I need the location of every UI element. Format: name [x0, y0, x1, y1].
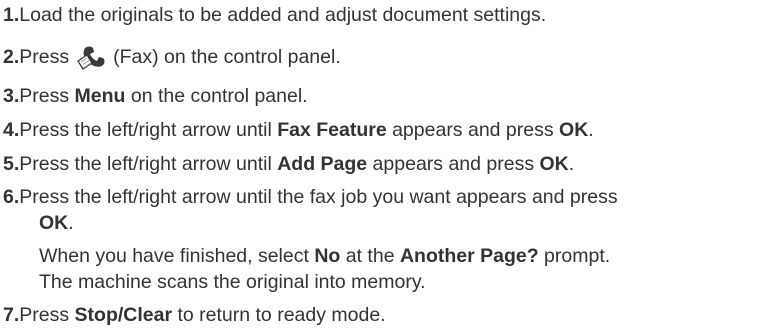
fax-feature-label: Fax Feature: [277, 119, 387, 141]
step-text-line1: Press the left/right arrow until the fax…: [19, 186, 618, 208]
step-6-note-line2: The machine scans the original into memo…: [39, 269, 426, 295]
stop-clear-key-label: Stop/Clear: [74, 304, 173, 326]
step-text-mid: appears and press: [367, 153, 540, 175]
another-page-prompt-label: Another Page?: [399, 245, 539, 267]
step-number: 4.: [3, 119, 20, 141]
step-number: 7.: [3, 304, 20, 326]
step-number: 2.: [3, 46, 20, 68]
step-text: Load the originals to be added and adjus…: [19, 4, 547, 26]
step-number: 6.: [3, 186, 20, 208]
step-text-pre: Press: [19, 46, 70, 68]
step-text-post: to return to ready mode.: [172, 304, 386, 326]
step-6-note-line1: When you have finished, select No at the…: [39, 243, 610, 269]
no-option-label: No: [314, 245, 341, 267]
step-7: 7.Press Stop/Clear to return to ready mo…: [3, 302, 386, 328]
step-text-post: .: [68, 212, 74, 234]
step-text-pre: Press the left/right arrow until: [19, 153, 278, 175]
step-number: 3.: [3, 85, 20, 107]
note-text-mid: at the: [340, 245, 400, 267]
menu-key-label: Menu: [74, 85, 126, 107]
ok-key-label: OK: [39, 212, 69, 234]
step-text-post: (Fax) on the control panel.: [113, 46, 341, 68]
step-3: 3.Press Menu on the control panel.: [3, 83, 308, 109]
step-text-post: .: [568, 153, 575, 175]
step-number: 1.: [3, 4, 20, 26]
fax-phone-icon: [75, 44, 111, 70]
step-text-pre: Press the left/right arrow until: [19, 119, 278, 141]
step-text-post: on the control panel.: [125, 85, 308, 107]
step-text-post: .: [588, 119, 594, 141]
add-page-label: Add Page: [277, 153, 368, 175]
step-6: 6.Press the left/right arrow until the f…: [3, 184, 618, 210]
step-text-pre: Press: [19, 85, 75, 107]
ok-key-label: OK: [559, 119, 589, 141]
note-text-post: prompt.: [538, 245, 611, 267]
step-text-pre: Press: [19, 304, 75, 326]
step-text-mid: appears and press: [386, 119, 560, 141]
step-6-continuation: OK.: [39, 210, 74, 236]
note-text-pre: When you have finished, select: [39, 245, 315, 267]
ok-key-label: OK: [539, 153, 569, 175]
step-5: 5.Press the left/right arrow until Add P…: [3, 151, 574, 177]
note-text: The machine scans the original into memo…: [39, 271, 426, 293]
step-4: 4.Press the left/right arrow until Fax F…: [3, 117, 594, 143]
step-number: 5.: [3, 153, 20, 175]
step-1: 1.Load the originals to be added and adj…: [3, 2, 546, 28]
step-2: 2.Press (Fax) on the control panel.: [3, 44, 341, 70]
